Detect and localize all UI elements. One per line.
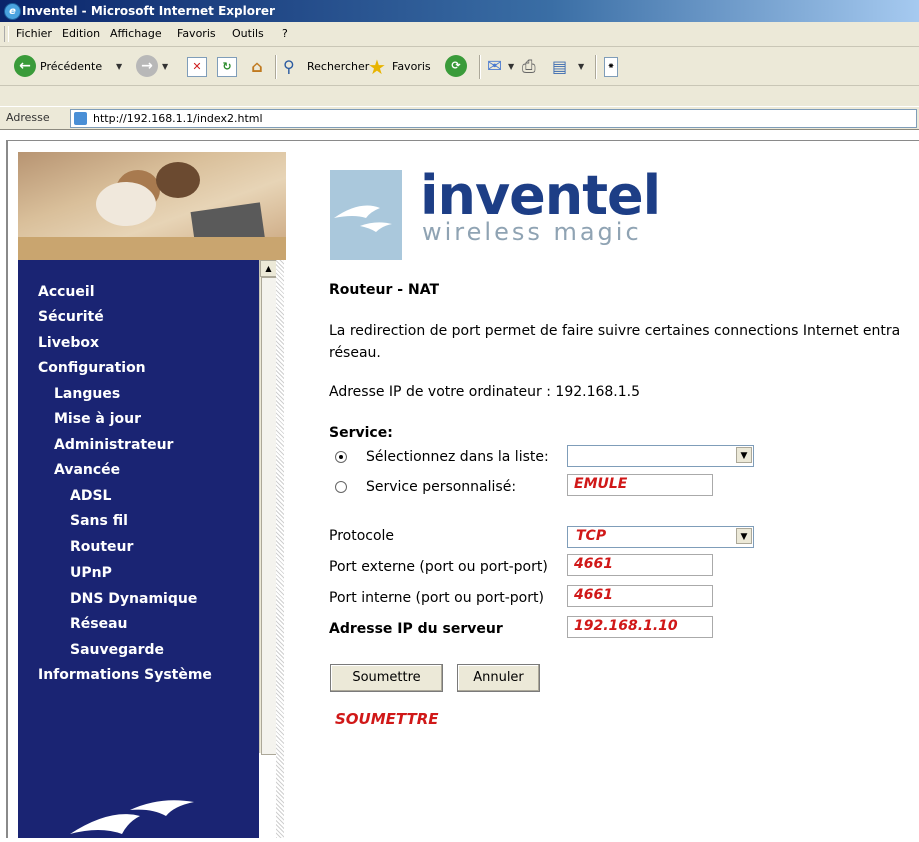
scroll-up-icon[interactable]: ▲ — [260, 260, 277, 277]
favorites-star-icon[interactable]: ★ — [368, 56, 386, 78]
computer-ip-text: Adresse IP de votre ordinateur : 192.168… — [329, 384, 641, 400]
external-port-value: 4661 — [574, 556, 613, 572]
service-list-select[interactable]: ▼ — [567, 445, 754, 467]
sidebar: Accueil Sécurité Livebox Configuration L… — [18, 260, 259, 838]
submit-button[interactable]: Soumettre — [330, 664, 443, 692]
edit-icon[interactable]: ▤ — [552, 56, 567, 78]
sidebar-item-dns-dynamique[interactable]: DNS Dynamique — [70, 591, 197, 607]
menu-outils[interactable]: Outils — [232, 27, 264, 40]
menu-favoris[interactable]: Favoris — [177, 27, 216, 40]
refresh-icon[interactable]: ↻ — [217, 57, 237, 77]
mail-dropdown-icon[interactable]: ▼ — [508, 56, 514, 78]
back-dropdown-icon[interactable]: ▼ — [116, 56, 122, 78]
menu-bar: Fichier Edition Affichage Favoris Outils… — [0, 22, 919, 47]
home-icon[interactable]: ⌂ — [247, 57, 267, 77]
protocol-select[interactable]: TCP ▼ — [567, 526, 754, 548]
service-heading: Service: — [329, 425, 393, 441]
menu-fichier[interactable]: Fichier — [16, 27, 52, 40]
server-ip-value: 192.168.1.10 — [574, 618, 678, 634]
sidebar-item-sauvegarde[interactable]: Sauvegarde — [70, 642, 164, 658]
server-ip-input[interactable]: 192.168.1.10 — [567, 616, 713, 638]
mail-icon[interactable]: ✉ — [487, 56, 502, 78]
sidebar-edge-pattern — [276, 260, 284, 838]
sidebar-item-mise-a-jour[interactable]: Mise à jour — [54, 411, 141, 427]
menu-help[interactable]: ? — [282, 27, 288, 40]
page-title: Routeur - NAT — [329, 282, 439, 298]
chevron-down-icon[interactable]: ▼ — [736, 447, 752, 463]
favorites-button-label[interactable]: Favoris — [392, 56, 431, 78]
address-bar: Adresse http://192.168.1.1/index2.html — [0, 107, 919, 130]
forward-icon[interactable]: → — [136, 55, 158, 77]
viewport-border-top — [6, 140, 919, 141]
sidebar-item-reseau[interactable]: Réseau — [70, 616, 128, 632]
edit-dropdown-icon[interactable]: ▼ — [578, 56, 584, 78]
external-port-input[interactable]: 4661 — [567, 554, 713, 576]
sidebar-item-adsl[interactable]: ADSL — [70, 488, 111, 504]
sidebar-item-administrateur[interactable]: Administrateur — [54, 437, 173, 453]
custom-service-label: Service personnalisé: — [366, 479, 517, 495]
history-icon[interactable]: ⟳ — [445, 55, 467, 77]
service-list-radio[interactable] — [335, 451, 347, 463]
page-icon — [74, 112, 87, 125]
forward-dropdown-icon[interactable]: ▼ — [162, 56, 168, 78]
menu-edition[interactable]: Edition — [62, 27, 100, 40]
search-button-label[interactable]: Rechercher — [307, 56, 369, 78]
logo-background — [330, 170, 402, 260]
scrollbar-thumb[interactable] — [261, 277, 277, 755]
window-title: Inventel - Microsoft Internet Explorer — [22, 4, 275, 18]
brand-tagline: wireless magic — [422, 218, 642, 246]
standard-toolbar: ← Précédente ▼ → ▼ ✕ ↻ ⌂ ⚲ Rechercher ★ … — [0, 47, 919, 86]
external-port-label: Port externe (port ou port-port) — [329, 559, 548, 575]
sidebar-scrollbar[interactable]: ▲ — [259, 260, 277, 755]
toolbar-separator — [275, 55, 277, 79]
menubar-grip — [4, 26, 9, 42]
sidebar-item-securite[interactable]: Sécurité — [38, 309, 104, 325]
server-ip-label: Adresse IP du serveur — [329, 621, 503, 637]
viewport-border-left — [6, 140, 8, 838]
toolbar-separator — [479, 55, 481, 79]
window-titlebar: e Inventel - Microsoft Internet Explorer — [0, 0, 919, 22]
print-icon[interactable]: ⎙ — [522, 56, 536, 78]
internal-port-label: Port interne (port ou port-port) — [329, 590, 544, 606]
toolbar-separator — [595, 55, 597, 79]
back-button-label[interactable]: Précédente — [40, 56, 102, 78]
chevron-down-icon[interactable]: ▼ — [736, 528, 752, 544]
custom-service-radio[interactable] — [335, 481, 347, 493]
sidebar-item-sans-fil[interactable]: Sans fil — [70, 513, 128, 529]
protocol-value: TCP — [576, 528, 607, 544]
sidebar-item-informations-systeme[interactable]: Informations Système — [38, 667, 212, 683]
cancel-button[interactable]: Annuler — [457, 664, 540, 692]
address-input[interactable]: http://192.168.1.1/index2.html — [70, 109, 917, 128]
search-icon[interactable]: ⚲ — [283, 56, 295, 78]
sidebar-item-upnp[interactable]: UPnP — [70, 565, 112, 581]
address-url[interactable]: http://192.168.1.1/index2.html — [93, 112, 263, 125]
sidebar-seagull-icon — [70, 790, 210, 842]
banner-photo — [18, 152, 286, 260]
service-list-label: Sélectionnez dans la liste: — [366, 449, 549, 465]
sidebar-item-livebox[interactable]: Livebox — [38, 335, 99, 351]
internal-port-value: 4661 — [574, 587, 613, 603]
address-label: Adresse — [6, 111, 50, 124]
custom-service-input[interactable]: EMULE — [567, 474, 713, 496]
sidebar-item-langues[interactable]: Langues — [54, 386, 120, 402]
sidebar-item-avancee[interactable]: Avancée — [54, 462, 120, 478]
seagull-logo-icon — [334, 205, 392, 232]
back-icon[interactable]: ← — [14, 55, 36, 77]
menu-affichage[interactable]: Affichage — [110, 27, 162, 40]
toolbar-gap — [0, 86, 919, 106]
protocol-label: Protocole — [329, 528, 395, 544]
intro-text: La redirection de port permet de faire s… — [329, 323, 901, 361]
sidebar-item-configuration[interactable]: Configuration — [38, 360, 146, 376]
sidebar-item-accueil[interactable]: Accueil — [38, 284, 95, 300]
custom-service-value: EMULE — [574, 476, 628, 492]
messenger-icon[interactable]: ⁕ — [604, 57, 618, 77]
ie-icon: e — [4, 3, 21, 20]
banner-photo-art — [18, 162, 286, 260]
internal-port-input[interactable]: 4661 — [567, 585, 713, 607]
stop-icon[interactable]: ✕ — [187, 57, 207, 77]
sidebar-item-routeur[interactable]: Routeur — [70, 539, 133, 555]
submit-annotation: SOUMETTRE — [335, 710, 439, 728]
